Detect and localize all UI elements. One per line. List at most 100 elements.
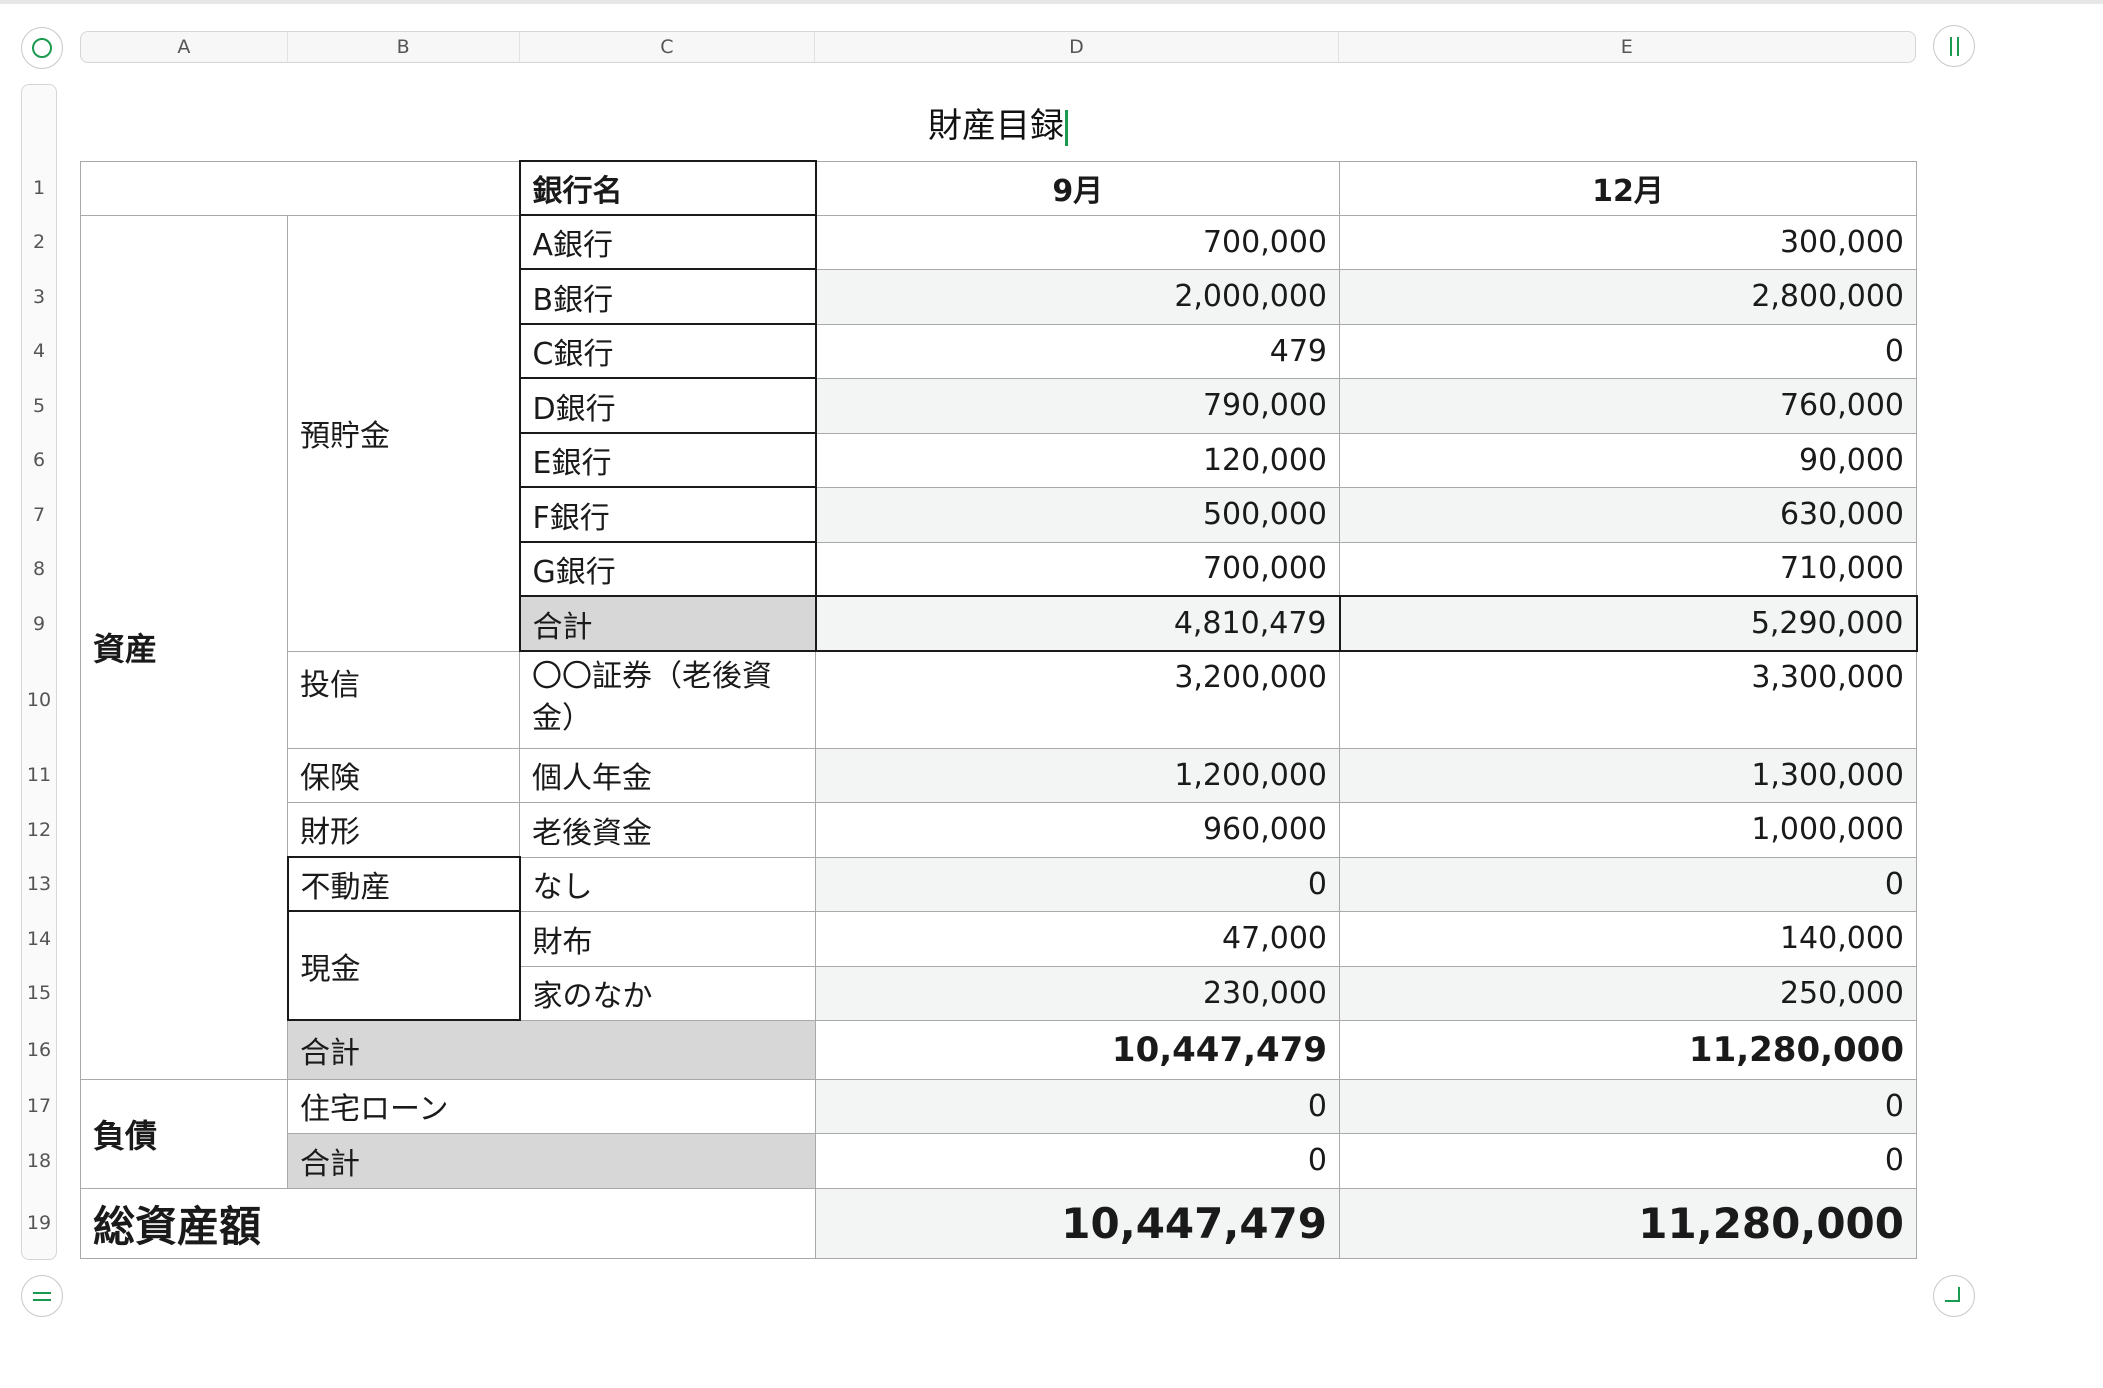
deposit-total-december[interactable]: 5,290,000 [1338, 595, 1918, 652]
column-header-bar[interactable]: A B C D E [80, 31, 1916, 63]
december-value-cell[interactable]: 0 [1339, 856, 1917, 912]
asset-total-label[interactable]: 合計 [287, 1019, 816, 1080]
row-header[interactable]: 5 [22, 378, 56, 433]
column-header-b[interactable]: B [288, 32, 520, 62]
cash-category-cell[interactable]: 現金 [286, 910, 521, 1021]
insurance-category-cell[interactable]: 保険 [287, 747, 520, 803]
column-header-d[interactable]: D [815, 32, 1339, 62]
net-total-december[interactable]: 11,280,000 [1339, 1187, 1917, 1259]
net-total-september[interactable]: 10,447,479 [815, 1187, 1340, 1259]
row-header[interactable]: 8 [22, 542, 56, 596]
column-header-a[interactable]: A [81, 32, 288, 62]
asset-section-label[interactable]: 資産 [80, 214, 288, 1080]
december-value-cell[interactable]: 1,000,000 [1339, 801, 1917, 858]
row-header[interactable]: 2 [22, 215, 56, 269]
investment-name-cell[interactable]: 〇〇証券（老後資金） [519, 650, 816, 749]
row-header[interactable]: 3 [22, 269, 56, 324]
december-value-cell[interactable]: 250,000 [1339, 965, 1917, 1021]
december-value-cell[interactable]: 760,000 [1339, 377, 1917, 434]
insurance-name-cell[interactable]: 個人年金 [519, 747, 816, 803]
september-value-cell[interactable]: 120,000 [815, 432, 1340, 488]
select-table-button[interactable] [21, 27, 63, 69]
september-value-cell[interactable]: 2,000,000 [815, 268, 1340, 325]
december-value-cell[interactable]: 0 [1339, 323, 1917, 379]
september-value-cell[interactable]: 500,000 [815, 486, 1340, 543]
september-value-cell[interactable]: 960,000 [815, 801, 1340, 858]
row-header[interactable]: 4 [22, 324, 56, 378]
mortgage-name-cell[interactable]: 住宅ローン [287, 1078, 816, 1134]
december-value-cell[interactable]: 2,800,000 [1339, 268, 1917, 325]
asset-total-december[interactable]: 11,280,000 [1339, 1019, 1917, 1080]
row-header[interactable]: 19 [22, 1188, 56, 1258]
september-value-cell[interactable]: 1,200,000 [815, 747, 1340, 803]
september-value-cell[interactable]: 700,000 [815, 214, 1340, 270]
september-value-cell[interactable]: 790,000 [815, 377, 1340, 434]
december-header[interactable]: 12月 [1339, 160, 1917, 216]
row-header[interactable]: 18 [22, 1133, 56, 1188]
row-header[interactable]: 13 [22, 857, 56, 911]
december-value-cell[interactable]: 630,000 [1339, 486, 1917, 543]
resize-corner-icon [1945, 1287, 1960, 1302]
deposit-category-label[interactable]: 預貯金 [287, 214, 520, 652]
header-blank-cell[interactable] [80, 160, 520, 216]
asset-total-september[interactable]: 10,447,479 [815, 1019, 1340, 1080]
september-value-cell[interactable]: 479 [815, 323, 1340, 379]
december-value-cell[interactable]: 90,000 [1339, 432, 1917, 488]
row-header[interactable]: 14 [22, 911, 56, 966]
bank-name-cell[interactable]: D銀行 [518, 377, 817, 434]
september-value-cell[interactable]: 47,000 [815, 910, 1340, 967]
add-column-handle[interactable] [1933, 25, 1975, 67]
add-row-handle[interactable] [21, 1275, 63, 1317]
liability-total-december[interactable]: 0 [1339, 1132, 1917, 1189]
september-value-cell[interactable]: 230,000 [815, 965, 1340, 1021]
september-value-cell[interactable]: 3,200,000 [815, 650, 1340, 749]
row-header[interactable]: 9 [22, 596, 56, 651]
row-header[interactable]: 16 [22, 1020, 56, 1079]
bank-name-header[interactable]: 銀行名 [518, 160, 817, 216]
bank-name-cell[interactable]: E銀行 [518, 432, 817, 488]
bank-name-cell[interactable]: F銀行 [518, 486, 817, 543]
december-value-cell[interactable]: 140,000 [1339, 910, 1917, 967]
bank-name-cell[interactable]: C銀行 [518, 323, 817, 379]
liability-section-label[interactable]: 負債 [80, 1078, 288, 1189]
september-value-cell[interactable]: 0 [815, 856, 1340, 912]
december-value-cell[interactable]: 1,300,000 [1339, 747, 1917, 803]
september-header[interactable]: 9月 [815, 160, 1340, 216]
cash-item-name-cell[interactable]: 家のなか [519, 965, 816, 1021]
december-value-cell[interactable]: 0 [1339, 1078, 1917, 1134]
resize-table-handle[interactable] [1933, 1275, 1975, 1317]
real-estate-name-cell[interactable]: なし [519, 856, 816, 912]
deposit-total-label[interactable]: 合計 [518, 595, 817, 652]
row-header[interactable]: 15 [22, 966, 56, 1020]
september-value-cell[interactable]: 0 [815, 1078, 1340, 1134]
december-value-cell[interactable]: 300,000 [1339, 214, 1917, 270]
table-row: 銀行名 9月 12月 [80, 160, 1917, 216]
row-header[interactable]: 12 [22, 802, 56, 857]
zaikei-name-cell[interactable]: 老後資金 [519, 801, 816, 858]
text-cursor [1065, 109, 1068, 146]
real-estate-category-cell[interactable]: 不動産 [286, 856, 521, 912]
zaikei-category-cell[interactable]: 財形 [287, 801, 520, 858]
column-header-e[interactable]: E [1339, 32, 1915, 62]
row-header[interactable]: 1 [22, 161, 56, 215]
sheet-title[interactable]: 財産目録 [80, 98, 1916, 147]
row-header[interactable]: 6 [22, 433, 56, 487]
bank-name-cell[interactable]: B銀行 [518, 268, 817, 325]
investment-category-cell[interactable]: 投信 [287, 650, 520, 749]
row-header[interactable]: 10 [22, 651, 56, 748]
deposit-total-september[interactable]: 4,810,479 [814, 595, 1341, 652]
row-header[interactable]: 11 [22, 748, 56, 802]
row-header[interactable]: 17 [22, 1079, 56, 1133]
liability-total-september[interactable]: 0 [815, 1132, 1340, 1189]
row-header[interactable]: 7 [22, 487, 56, 542]
column-header-c[interactable]: C [520, 32, 816, 62]
liability-total-label[interactable]: 合計 [287, 1132, 816, 1189]
bank-name-cell[interactable]: A銀行 [518, 214, 817, 270]
cash-item-name-cell[interactable]: 財布 [519, 910, 816, 967]
row-header-bar[interactable]: 1 2 3 4 5 6 7 8 9 10 11 12 13 14 15 16 1… [21, 84, 57, 1260]
bank-name-cell[interactable]: G銀行 [518, 541, 817, 597]
december-value-cell[interactable]: 710,000 [1339, 541, 1917, 597]
september-value-cell[interactable]: 700,000 [815, 541, 1340, 597]
december-value-cell[interactable]: 3,300,000 [1339, 650, 1917, 749]
net-total-label[interactable]: 総資産額 [80, 1187, 816, 1259]
